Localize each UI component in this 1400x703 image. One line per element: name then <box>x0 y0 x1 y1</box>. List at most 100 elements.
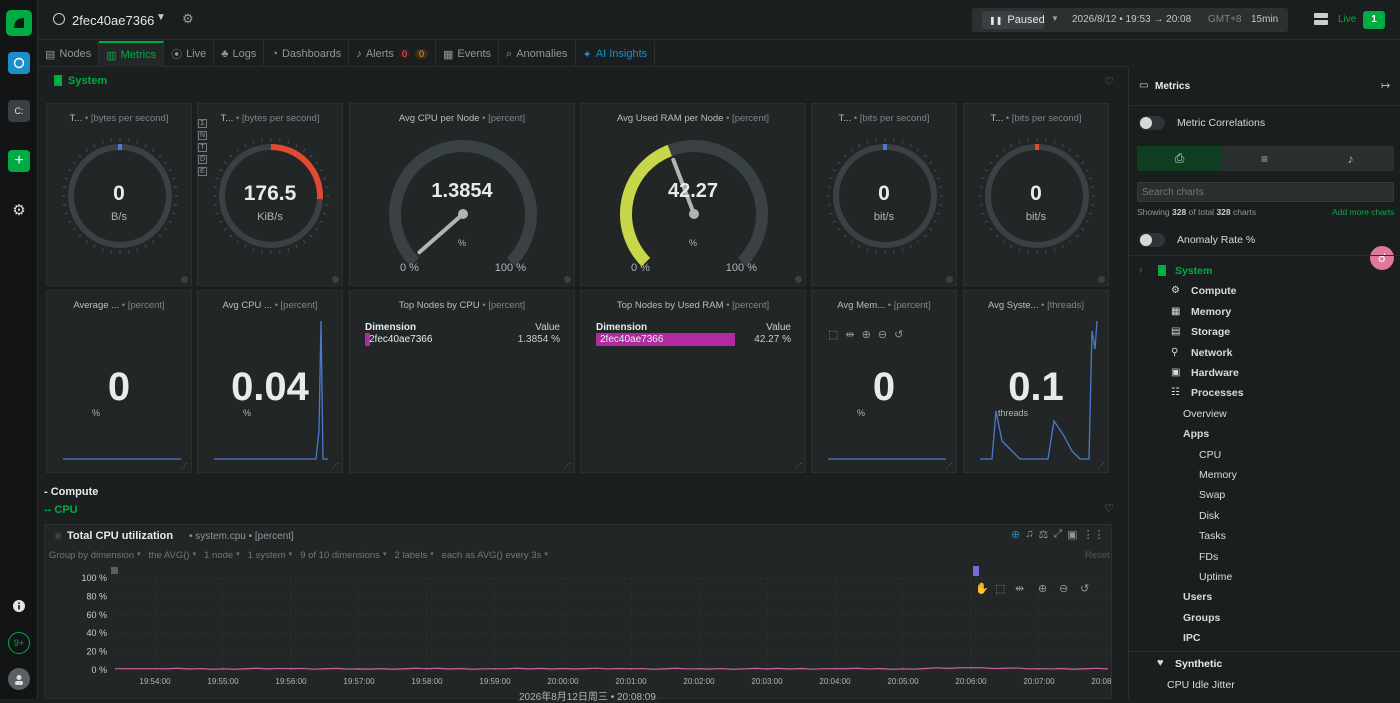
zoom-out-icon[interactable]: ⊖ <box>878 328 887 341</box>
filter-icon[interactable]: ⚖ <box>1038 528 1048 541</box>
anomaly-marker[interactable] <box>973 566 979 576</box>
resize-handle-icon[interactable] <box>181 276 188 283</box>
tree-item-apps[interactable]: Apps <box>1183 428 1209 440</box>
chevron-down-icon[interactable]: ▼ <box>156 12 166 23</box>
tree-item-system[interactable]: System <box>1175 265 1212 277</box>
resize-handle-icon[interactable] <box>332 276 339 283</box>
leaf-logo[interactable] <box>6 10 32 36</box>
tab-dashboards[interactable]: ◔Dashboards <box>264 41 349 67</box>
live-count-badge[interactable]: 1 <box>1363 11 1385 29</box>
pause-button[interactable]: ❚❚Paused <box>982 11 1044 29</box>
aggregation-letter[interactable]: Σ <box>198 119 207 128</box>
tab-metrics[interactable]: ▥Metrics <box>99 41 164 67</box>
tab-anomalies[interactable]: ⌕Anomalies <box>499 41 576 67</box>
aggregation-letter[interactable]: N <box>198 131 207 140</box>
tree-item-memory[interactable]: Memory <box>1191 306 1231 318</box>
resize-handle-icon[interactable]: ⋰ <box>1098 462 1105 470</box>
heart-icon[interactable]: ♡ <box>1104 75 1114 88</box>
info-icon[interactable] <box>8 595 30 617</box>
chat-icon[interactable] <box>8 52 30 74</box>
drag-icon[interactable]: ✋ <box>975 582 989 595</box>
resize-handle-icon[interactable] <box>1098 276 1105 283</box>
tree-item-storage[interactable]: Storage <box>1191 326 1230 338</box>
tree-item-cpu[interactable]: CPU <box>1199 449 1221 461</box>
sidebar-tab-charts[interactable]: ⎙ <box>1137 146 1222 171</box>
zoom-out-icon[interactable]: ⊖ <box>1059 583 1068 595</box>
notifications-badge[interactable]: 9+ <box>8 632 30 654</box>
metric-correlations-toggle[interactable] <box>1139 116 1165 130</box>
state-chevron-icon[interactable]: ▼ <box>1051 14 1059 23</box>
tree-item-fds[interactable]: FDs <box>1199 551 1218 563</box>
resize-handle-icon[interactable]: ⋰ <box>795 462 802 470</box>
tab-ai-insights[interactable]: ✦AI Insights <box>576 41 656 67</box>
resize-handle-icon[interactable]: ⋰ <box>564 462 571 470</box>
chart-control[interactable]: 2 labels <box>394 550 427 561</box>
search-charts-input[interactable] <box>1137 182 1394 202</box>
plus-icon[interactable]: + <box>8 150 30 172</box>
pan-icon[interactable]: ⇹ <box>1015 583 1024 595</box>
tab-alerts[interactable]: ♪Alerts00 <box>349 41 436 67</box>
space-icon[interactable]: C: <box>8 100 30 122</box>
resize-handle-icon[interactable]: ⋰ <box>181 462 188 470</box>
tree-item-disk[interactable]: Disk <box>1199 510 1219 522</box>
save-icon[interactable]: ▣ <box>1067 528 1077 541</box>
aggregation-letter[interactable]: D <box>198 155 207 164</box>
gear-icon[interactable]: ⚙ <box>8 199 30 221</box>
critical-alerts-badge[interactable]: 0 <box>398 49 411 59</box>
collapse-sidebar-icon[interactable]: ↦ <box>1381 79 1390 92</box>
tree-item-tasks[interactable]: Tasks <box>1199 530 1226 542</box>
tree-item-processes[interactable]: Processes <box>1191 387 1244 399</box>
time-range[interactable]: 2026/8/12 • 19:53 → 20:08 <box>1072 14 1191 25</box>
resize-handle-icon[interactable]: ⋰ <box>332 462 339 470</box>
tree-item-overview[interactable]: Overview <box>1183 408 1227 420</box>
alert-bell-icon[interactable]: ♫ <box>1025 528 1033 541</box>
aggregation-letter[interactable]: E <box>198 167 207 176</box>
server-icon[interactable] <box>1314 12 1328 26</box>
cpu-idle-jitter-label[interactable]: CPU Idle Jitter <box>1167 679 1235 691</box>
aggregation-letter[interactable]: T <box>198 143 207 152</box>
warning-alerts-badge[interactable]: 0 <box>415 49 428 59</box>
cpu-heart-icon[interactable]: ♡ <box>1104 502 1114 515</box>
reset-zoom-icon[interactable]: ↺ <box>1080 583 1089 595</box>
assistant-avatar[interactable]: ☌ <box>1370 246 1394 270</box>
expand-icon[interactable]: ⤢ <box>1053 528 1062 541</box>
chart-control[interactable]: the AVG() <box>149 550 190 561</box>
chart-control[interactable]: 9 of 10 dimensions <box>300 550 380 561</box>
tree-item-network[interactable]: Network <box>1191 347 1232 359</box>
tab-live[interactable]: ⦿Live <box>164 41 214 67</box>
tree-item-compute[interactable]: Compute <box>1191 285 1237 297</box>
resize-handle-icon[interactable] <box>795 276 802 283</box>
select-icon[interactable]: ⬚ <box>995 583 1005 595</box>
sidebar-tab-filters[interactable]: ≡ <box>1222 146 1307 171</box>
tree-item-uptime[interactable]: Uptime <box>1199 571 1232 583</box>
node-name[interactable]: 2fec40ae7366 <box>72 13 154 28</box>
zoom-in-icon[interactable]: ⊕ <box>862 328 871 341</box>
tree-item-ipc[interactable]: IPC <box>1183 632 1201 644</box>
chevron-right-icon[interactable]: › <box>1139 265 1142 276</box>
chart-control[interactable]: 1 system <box>248 550 286 561</box>
tree-item-hardware[interactable]: Hardware <box>1191 367 1239 379</box>
reset-zoom-icon[interactable]: ↺ <box>894 328 903 341</box>
resize-handle-icon[interactable] <box>564 276 571 283</box>
anomaly-rate-toggle[interactable] <box>1139 233 1165 247</box>
tab-events[interactable]: ▦Events <box>436 41 499 67</box>
zoom-in-icon[interactable]: ⊕ <box>1038 583 1047 595</box>
tree-item-swap[interactable]: Swap <box>1199 489 1225 501</box>
reset-button[interactable]: Reset <box>1085 550 1110 561</box>
tab-logs[interactable]: ♣Logs <box>214 41 264 67</box>
sidebar-tab-alerts[interactable]: ♪ <box>1307 146 1394 171</box>
chart-control[interactable]: 1 node <box>204 550 233 561</box>
chart-legend-icon[interactable] <box>111 567 118 574</box>
tab-nodes[interactable]: ▤Nodes <box>38 41 99 67</box>
tree-item-groups[interactable]: Groups <box>1183 612 1220 624</box>
avatar[interactable] <box>8 668 30 690</box>
chart-control[interactable]: each as AVG() every 3s <box>442 550 542 561</box>
duration[interactable]: 15min <box>1251 14 1278 25</box>
select-icon[interactable]: ⬚ <box>828 328 838 341</box>
drag-handle-icon[interactable]: ⋮⋮ <box>1083 528 1105 541</box>
resize-handle-icon[interactable]: ⋰ <box>946 462 953 470</box>
tree-item-memory[interactable]: Memory <box>1199 469 1237 481</box>
add-more-charts-link[interactable]: Add more charts <box>1332 207 1394 217</box>
synthetic-label[interactable]: Synthetic <box>1175 658 1222 670</box>
chart-control[interactable]: Group by dimension <box>49 550 134 561</box>
